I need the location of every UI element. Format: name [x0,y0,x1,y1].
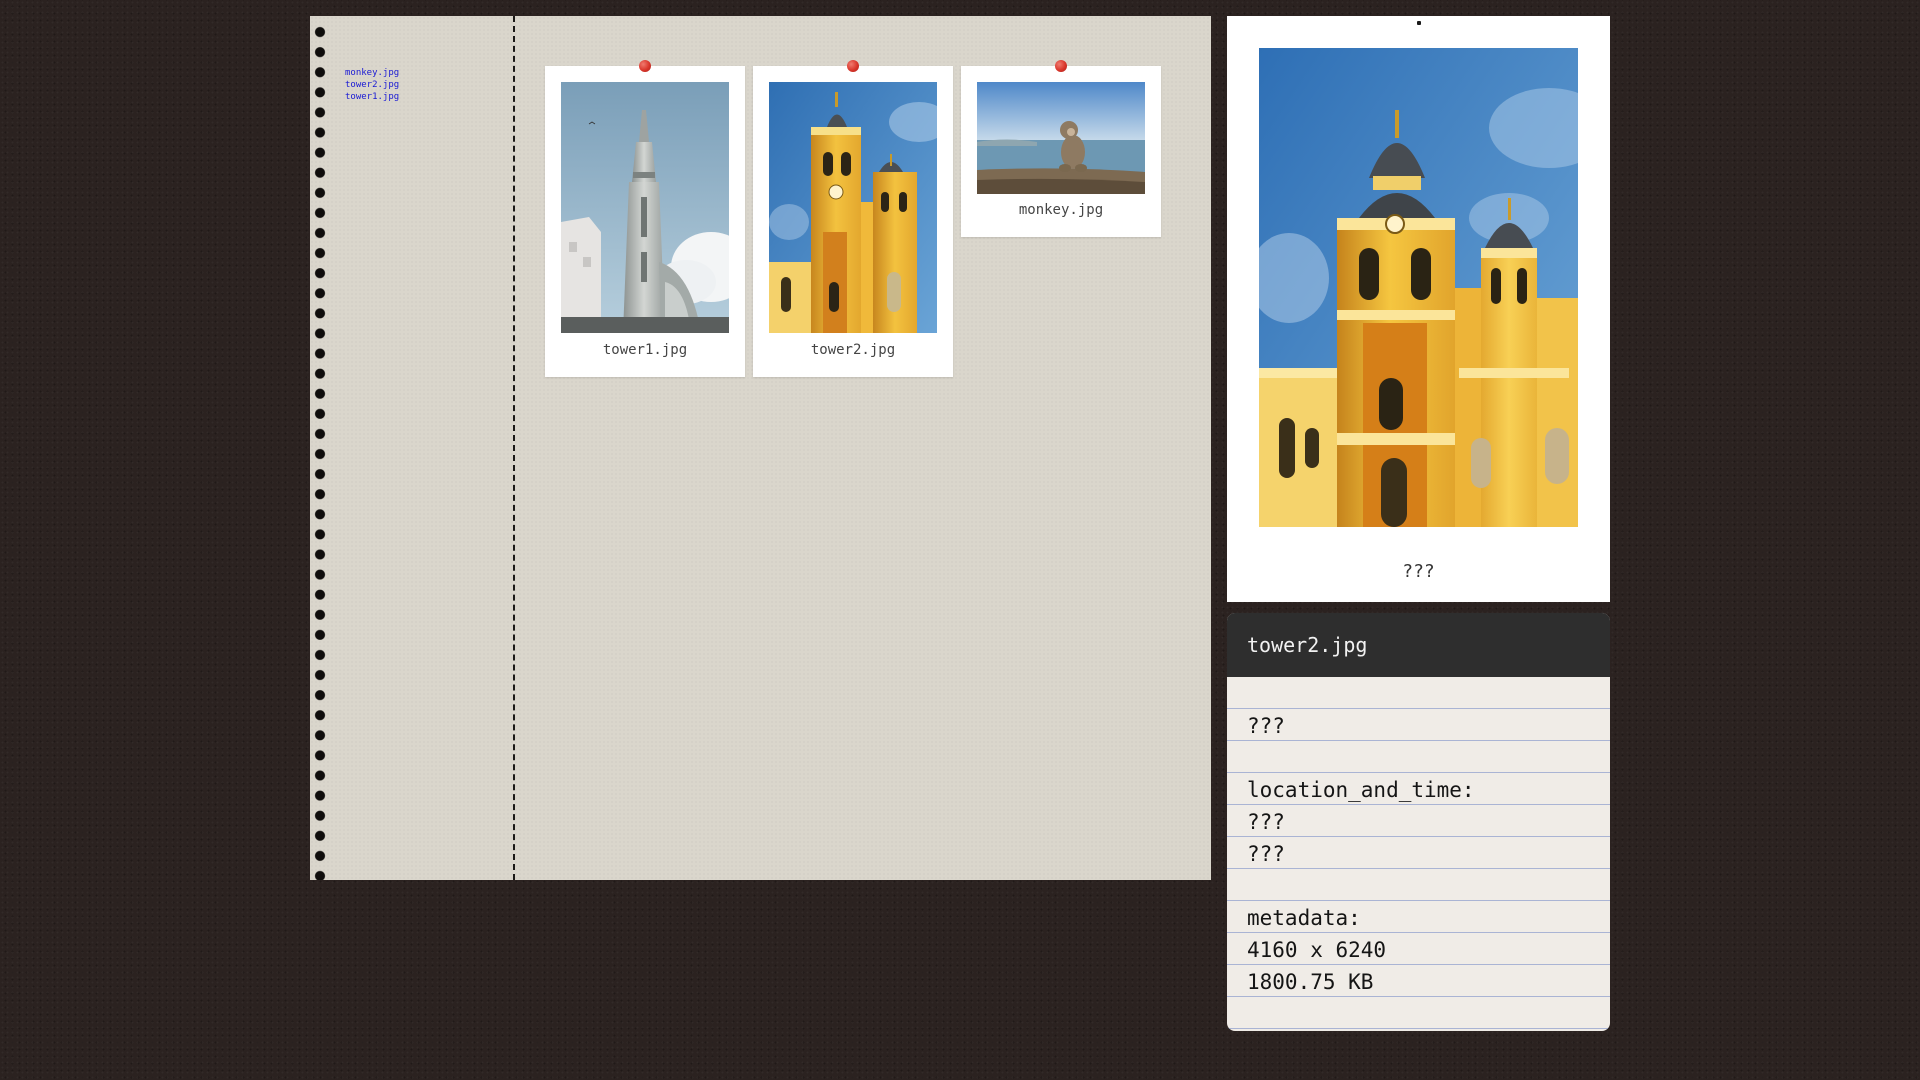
margin-divider [513,16,515,880]
details-bottom-rule [1227,1028,1610,1029]
details-line [1227,997,1610,1029]
preview-image[interactable] [1259,48,1578,527]
details-line [1227,677,1610,709]
details-line: metadata: [1227,901,1610,933]
photo-card-monkey[interactable]: monkey.jpg [961,60,1161,237]
details-line: ??? [1227,805,1610,837]
file-link-monkey[interactable]: monkey.jpg [345,67,399,79]
details-line: ??? [1227,709,1610,741]
notebook-panel: monkey.jpg tower2.jpg tower1.jpg tower1.… [310,16,1211,880]
details-lines: ??? location_and_time: ??? ??? metadata:… [1227,677,1610,1029]
preview-panel: ??? [1227,16,1610,602]
preview-caption: ??? [1402,561,1435,582]
photo-card-tower2[interactable]: tower2.jpg [753,60,953,377]
card-caption: tower2.jpg [810,342,896,358]
preview-marker [1417,21,1421,25]
details-line: 4160 x 6240 [1227,933,1610,965]
file-link-tower1[interactable]: tower1.jpg [345,91,399,103]
details-panel: tower2.jpg ??? location_and_time: ??? ??… [1227,613,1610,1031]
details-line: 1800.75 KB [1227,965,1610,997]
details-line: ??? [1227,837,1610,869]
yellow-church-photo [769,82,937,333]
details-line [1227,741,1610,773]
details-line: location_and_time: [1227,773,1610,805]
photo-card-tower1[interactable]: tower1.jpg [545,60,745,377]
monkey-photo [977,82,1145,194]
card-caption: monkey.jpg [1018,202,1104,218]
spiral-binding [314,22,326,880]
pushpin-icon [1055,60,1067,72]
file-link-tower2[interactable]: tower2.jpg [345,79,399,91]
pushpin-icon [847,60,859,72]
details-line [1227,869,1610,901]
pushpin-icon [639,60,651,72]
file-list: monkey.jpg tower2.jpg tower1.jpg [345,67,399,103]
white-tower-photo [561,82,729,333]
details-title: tower2.jpg [1227,613,1610,677]
card-caption: tower1.jpg [602,342,688,358]
